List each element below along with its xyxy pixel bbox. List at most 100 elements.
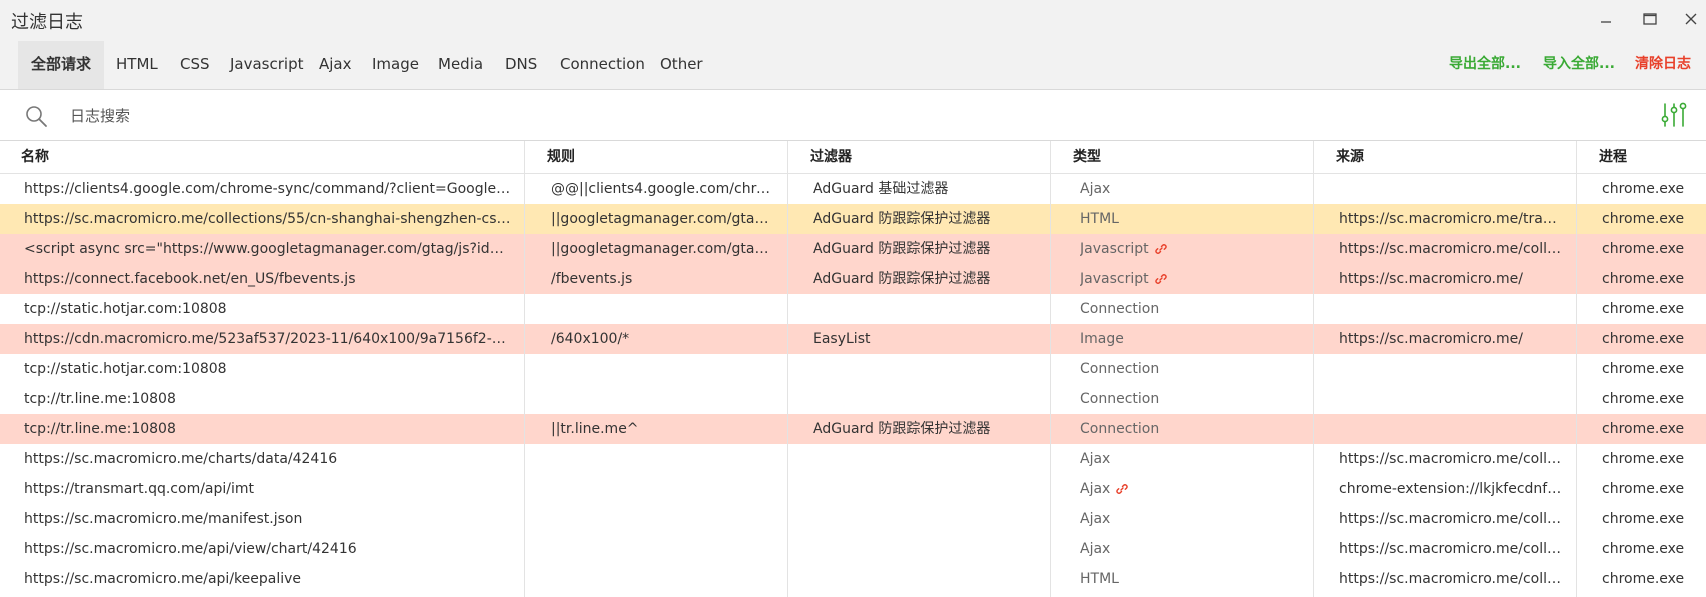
cell-type-text: Ajax bbox=[1080, 481, 1111, 497]
table-row[interactable]: tcp://static.hotjar.com:10808 Connection c… bbox=[0, 354, 1706, 384]
table-row[interactable]: tcp://tr.line.me:10808 ||tr.line.me^ AdGua… bbox=[0, 414, 1706, 444]
cell-rule bbox=[551, 354, 776, 384]
tab-image[interactable]: Image bbox=[359, 41, 432, 89]
cell-type: Connection bbox=[1080, 384, 1302, 414]
cell-rule: ||googletagmanager.com/gtag/... bbox=[551, 234, 776, 264]
column-divider[interactable] bbox=[1313, 141, 1314, 597]
cell-name-text: https://clients4.google.com/chrome-sync/… bbox=[24, 181, 514, 197]
column-header-name[interactable]: 名称 bbox=[21, 141, 49, 173]
tab-ajax[interactable]: Ajax bbox=[306, 41, 365, 89]
link-icon[interactable] bbox=[1154, 273, 1167, 285]
column-header-source[interactable]: 来源 bbox=[1336, 141, 1364, 173]
log-table: 名称 规则 过滤器 类型 来源 进程 https://clients4.goog… bbox=[0, 141, 1706, 597]
clear-log-button[interactable]: 清除日志 bbox=[1635, 41, 1691, 89]
cell-name-text: https://transmart.qq.com/api/imt bbox=[24, 481, 255, 497]
link-icon[interactable] bbox=[1116, 483, 1129, 495]
import-all-button[interactable]: 导入全部... bbox=[1543, 41, 1615, 89]
tab-html[interactable]: HTML bbox=[103, 41, 171, 89]
cell-type-text: Connection bbox=[1080, 361, 1160, 377]
table-row[interactable]: https://sc.macromicro.me/collections/55/… bbox=[0, 204, 1706, 234]
cell-name-text: https://connect.facebook.net/en_US/fbeve… bbox=[24, 271, 356, 287]
cell-process: chrome.exe bbox=[1602, 264, 1702, 294]
cell-type: HTML bbox=[1080, 204, 1302, 234]
tabs-bar: 全部请求 HTML CSS Javascript Ajax Image Medi… bbox=[0, 41, 1706, 90]
column-divider[interactable] bbox=[524, 141, 525, 597]
cell-type-text: Ajax bbox=[1080, 541, 1111, 557]
cell-filter-text: AdGuard 防跟踪保护过滤器 bbox=[813, 241, 991, 257]
table-row[interactable]: https://transmart.qq.com/api/imt Ajax chro… bbox=[0, 474, 1706, 504]
cell-name: tcp://tr.line.me:10808 bbox=[24, 384, 514, 414]
cell-rule bbox=[551, 504, 776, 534]
cell-type-text: HTML bbox=[1080, 571, 1119, 587]
tab-dns[interactable]: DNS bbox=[492, 41, 550, 89]
column-header-process[interactable]: 进程 bbox=[1599, 141, 1627, 173]
cell-process-text: chrome.exe bbox=[1602, 391, 1685, 407]
cell-name-text: https://cdn.macromicro.me/523af537/2023-… bbox=[24, 331, 514, 347]
cell-type: Javascript bbox=[1080, 264, 1302, 294]
filter-settings-icon[interactable] bbox=[1660, 101, 1688, 129]
close-icon bbox=[1685, 13, 1697, 25]
window-title: 过滤日志 bbox=[11, 12, 83, 33]
table-row[interactable]: https://sc.macromicro.me/api/keepalive HT… bbox=[0, 564, 1706, 594]
cell-filter-text: AdGuard 基础过滤器 bbox=[813, 181, 949, 197]
table-row[interactable]: https://clients4.google.com/chrome-sync/… bbox=[0, 174, 1706, 204]
table-row[interactable]: tcp://static.hotjar.com:10808 Connection c… bbox=[0, 294, 1706, 324]
cell-type-text: Javascript bbox=[1080, 241, 1149, 257]
column-divider[interactable] bbox=[787, 141, 788, 597]
table-row[interactable]: tcp://tr.line.me:10808 Connection chrome.e… bbox=[0, 384, 1706, 414]
cell-filter-text: EasyList bbox=[813, 331, 871, 347]
cell-name: tcp://tr.line.me:10808 bbox=[24, 414, 514, 444]
cell-type-text: Javascript bbox=[1080, 271, 1149, 287]
tab-media[interactable]: Media bbox=[425, 41, 496, 89]
cell-filter: AdGuard 防跟踪保护过滤器 bbox=[813, 204, 1038, 234]
cell-source-text: chrome-extension://lkjkfecdnfjo... bbox=[1339, 481, 1564, 497]
tab-all-requests[interactable]: 全部请求 bbox=[18, 41, 105, 89]
tab-connection[interactable]: Connection bbox=[547, 41, 658, 89]
minimize-button[interactable] bbox=[1592, 6, 1620, 32]
cell-filter bbox=[813, 534, 1038, 564]
column-header-filter[interactable]: 过滤器 bbox=[810, 141, 852, 173]
cell-process: chrome.exe bbox=[1602, 234, 1702, 264]
cell-process-text: chrome.exe bbox=[1602, 451, 1685, 467]
cell-rule: ||tr.line.me^ bbox=[551, 414, 776, 444]
maximize-button[interactable] bbox=[1636, 6, 1664, 32]
column-divider[interactable] bbox=[1050, 141, 1051, 597]
tab-other[interactable]: Other bbox=[647, 41, 716, 89]
cell-type-text: Ajax bbox=[1080, 511, 1111, 527]
search-bar bbox=[0, 90, 1706, 141]
cell-source bbox=[1339, 354, 1564, 384]
cell-name: https://sc.macromicro.me/manifest.json bbox=[24, 504, 514, 534]
cell-process-text: chrome.exe bbox=[1602, 241, 1685, 257]
tab-javascript[interactable]: Javascript bbox=[217, 41, 316, 89]
cell-rule: @@||clients4.google.com/chro... bbox=[551, 174, 776, 204]
table-row[interactable]: https://connect.facebook.net/en_US/fbeve… bbox=[0, 264, 1706, 294]
log-search-input[interactable] bbox=[68, 102, 1572, 130]
link-icon[interactable] bbox=[1154, 243, 1167, 255]
table-row[interactable]: https://sc.macromicro.me/manifest.json Aj… bbox=[0, 504, 1706, 534]
cell-process-text: chrome.exe bbox=[1602, 331, 1685, 347]
table-row[interactable]: https://sc.macromicro.me/api/view/chart/… bbox=[0, 534, 1706, 564]
cell-source: chrome-extension://lkjkfecdnfjo... bbox=[1339, 474, 1564, 504]
cell-rule-text: ||googletagmanager.com/gtag/... bbox=[551, 241, 776, 257]
cell-process: chrome.exe bbox=[1602, 504, 1702, 534]
column-header-rule[interactable]: 规则 bbox=[547, 141, 575, 173]
tab-css[interactable]: CSS bbox=[167, 41, 223, 89]
cell-source-text: https://sc.macromicro.me/trade... bbox=[1339, 211, 1564, 227]
table-row[interactable]: https://cdn.macromicro.me/523af537/2023-… bbox=[0, 324, 1706, 354]
column-divider[interactable] bbox=[1576, 141, 1577, 597]
cell-name-text: tcp://static.hotjar.com:10808 bbox=[24, 301, 227, 317]
cell-source-text: https://sc.macromicro.me/collec... bbox=[1339, 451, 1564, 467]
cell-filter-text: AdGuard 防跟踪保护过滤器 bbox=[813, 211, 991, 227]
cell-type-text: Connection bbox=[1080, 391, 1160, 407]
cell-rule-text: ||googletagmanager.com/gtag/... bbox=[551, 211, 776, 227]
close-button[interactable] bbox=[1677, 6, 1705, 32]
cell-name: https://sc.macromicro.me/charts/data/424… bbox=[24, 444, 514, 474]
cell-rule: /fbevents.js bbox=[551, 264, 776, 294]
cell-process: chrome.exe bbox=[1602, 354, 1702, 384]
cell-source-text: https://sc.macromicro.me/collec... bbox=[1339, 511, 1564, 527]
export-all-button[interactable]: 导出全部... bbox=[1449, 41, 1521, 89]
table-row[interactable]: <script async src="https://www.googletag… bbox=[0, 234, 1706, 264]
cell-rule: /640x100/* bbox=[551, 324, 776, 354]
column-header-type[interactable]: 类型 bbox=[1073, 141, 1101, 173]
table-row[interactable]: https://sc.macromicro.me/charts/data/424… bbox=[0, 444, 1706, 474]
